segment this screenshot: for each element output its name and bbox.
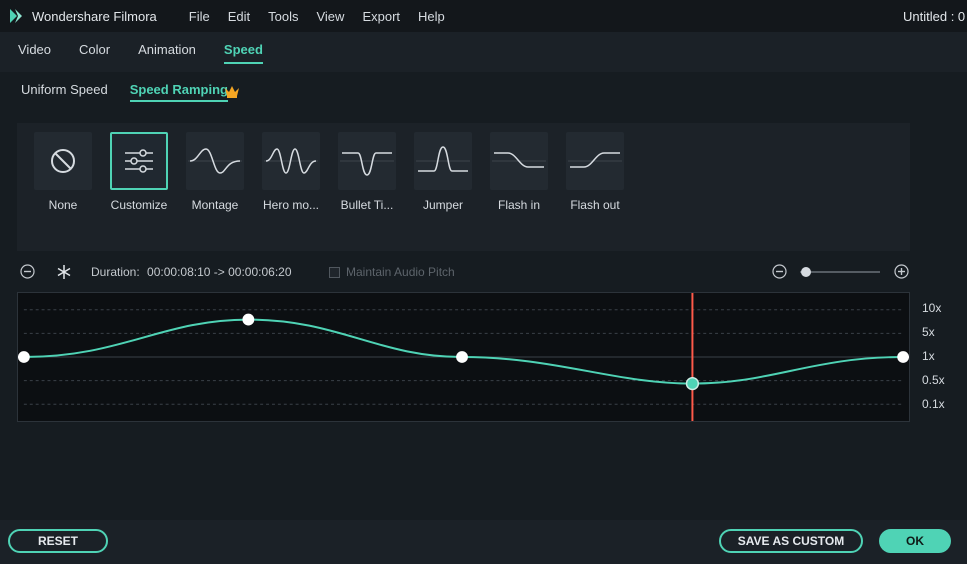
zoom-in-icon[interactable] (894, 264, 909, 279)
speed-point-selected[interactable] (685, 376, 700, 391)
subtab-speed-ramping[interactable]: Speed Ramping (129, 72, 229, 112)
preset-flash-in[interactable]: Flash in (481, 132, 557, 212)
tab-color[interactable]: Color (79, 32, 110, 72)
speed-point[interactable] (242, 313, 255, 326)
menu-tools[interactable]: Tools (268, 9, 298, 24)
preset-thumb (490, 132, 548, 190)
bullet-time-curve-icon (340, 152, 394, 176)
hero-moment-curve-icon (264, 148, 318, 174)
preset-hero-moment[interactable]: Hero mo... (253, 132, 329, 212)
preset-bullet-time[interactable]: Bullet Ti... (329, 132, 405, 212)
ok-button[interactable]: OK (879, 529, 951, 553)
title-bar: Wondershare Filmora File Edit Tools View… (0, 0, 967, 32)
preset-thumb (262, 132, 320, 190)
flash-in-curve-icon (492, 152, 546, 168)
tab-video[interactable]: Video (18, 32, 51, 72)
menu-export[interactable]: Export (362, 9, 400, 24)
preset-thumb (186, 132, 244, 190)
duration-readout: Duration: 00:00:08:10 -> 00:00:06:20 (91, 265, 292, 279)
tab-speed[interactable]: Speed (223, 32, 263, 72)
preset-customize[interactable]: Customize (101, 132, 177, 212)
preset-label: Montage (191, 198, 239, 212)
property-tabs: Video Color Animation Speed (0, 32, 967, 72)
document-title: Untitled : 0 (903, 9, 966, 24)
preset-label: Flash out (570, 198, 620, 212)
y-label-10x: 10x (922, 301, 942, 315)
y-label-5x: 5x (922, 325, 935, 339)
flash-out-curve-icon (568, 152, 622, 168)
y-label-0-1x: 0.1x (922, 397, 945, 411)
menu-view[interactable]: View (316, 9, 344, 24)
duration-label: Duration: (91, 265, 140, 279)
preset-none[interactable]: None (25, 132, 101, 212)
duration-value: 00:00:08:10 -> 00:00:06:20 (147, 265, 292, 279)
montage-curve-icon (188, 148, 242, 174)
preset-thumb (34, 132, 92, 190)
speed-panel: Uniform Speed Speed Ramping None Customi… (0, 72, 967, 520)
y-label-0-5x: 0.5x (922, 373, 945, 387)
preset-label: None (48, 198, 78, 212)
speed-point[interactable] (18, 351, 30, 363)
preset-jumper[interactable]: Jumper (405, 132, 481, 212)
preset-label: Bullet Ti... (340, 198, 394, 212)
filmora-logo-icon (10, 9, 22, 23)
menu-edit[interactable]: Edit (228, 9, 250, 24)
freeze-frame-icon[interactable] (56, 264, 72, 280)
maintain-audio-pitch[interactable]: Maintain Audio Pitch (329, 265, 455, 279)
menu-help[interactable]: Help (418, 9, 445, 24)
reset-button[interactable]: RESET (8, 529, 108, 553)
preset-thumb (566, 132, 624, 190)
speed-point[interactable] (456, 351, 468, 363)
preset-list: None Customize Montage Hero mo... Bullet… (17, 123, 910, 251)
preset-thumb (414, 132, 472, 190)
crown-icon (225, 86, 239, 98)
preset-label: Customize (110, 198, 168, 212)
preset-label: Flash in (497, 198, 541, 212)
save-as-custom-button[interactable]: SAVE AS CUSTOM (719, 529, 863, 553)
preset-thumb (338, 132, 396, 190)
y-label-1x: 1x (922, 349, 935, 363)
speed-controls: Duration: 00:00:08:10 -> 00:00:06:20 Mai… (0, 256, 967, 286)
preset-flash-out[interactable]: Flash out (557, 132, 633, 212)
maintain-pitch-label: Maintain Audio Pitch (346, 265, 455, 279)
none-icon (51, 149, 75, 173)
dialog-footer: RESET SAVE AS CUSTOM OK (0, 520, 967, 564)
app-name: Wondershare Filmora (32, 8, 157, 24)
speed-ramp-graph[interactable] (17, 292, 910, 422)
preset-label: Hero mo... (262, 198, 319, 212)
subtab-uniform-speed[interactable]: Uniform Speed (21, 72, 108, 112)
maintain-pitch-checkbox[interactable] (329, 266, 340, 278)
menu-file[interactable]: File (189, 9, 210, 24)
preset-label: Jumper (422, 198, 463, 212)
sliders-icon (125, 149, 153, 173)
tab-animation[interactable]: Animation (138, 32, 196, 72)
remove-point-icon[interactable] (20, 264, 35, 279)
zoom-out-icon[interactable] (772, 264, 787, 279)
preset-montage[interactable]: Montage (177, 132, 253, 212)
menu-bar: File Edit Tools View Export Help (189, 9, 463, 24)
zoom-slider-track[interactable] (800, 271, 880, 273)
speed-subtabs: Uniform Speed Speed Ramping (0, 72, 967, 112)
jumper-curve-icon (416, 146, 470, 172)
zoom-slider-handle[interactable] (801, 267, 811, 277)
preset-thumb (110, 132, 168, 190)
speed-point[interactable] (897, 351, 909, 363)
